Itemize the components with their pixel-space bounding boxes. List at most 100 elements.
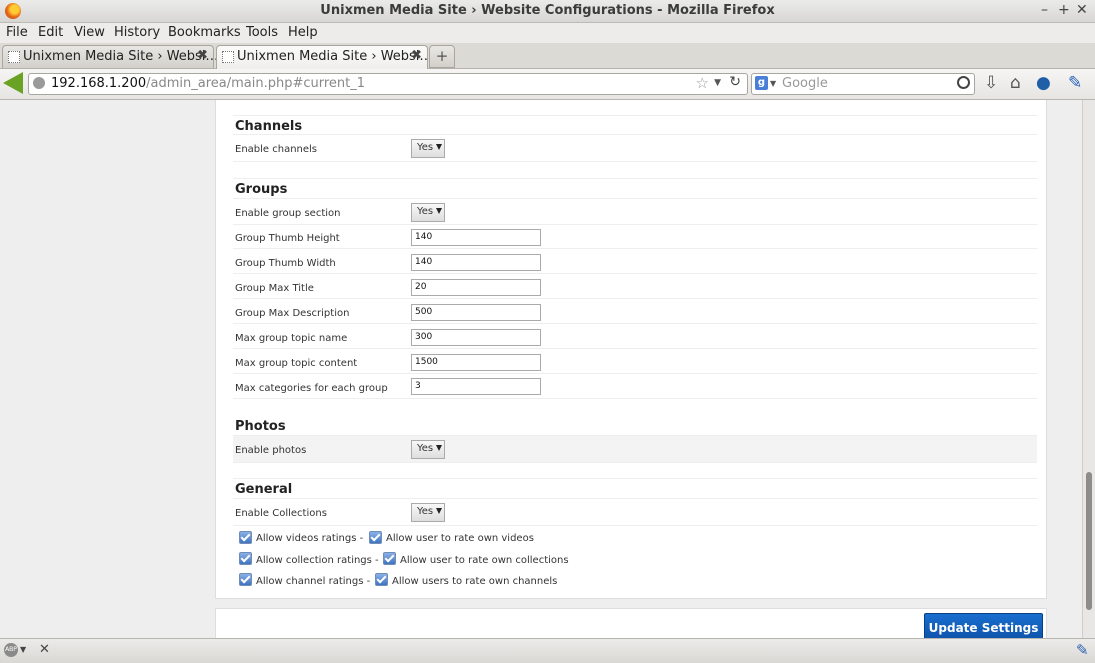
setting-label: Max categories for each group xyxy=(235,383,388,394)
setting-row: Group Thumb Height 140 xyxy=(233,224,1037,249)
max-categories-input[interactable]: 3 xyxy=(411,378,541,395)
scrollbar-thumb[interactable] xyxy=(1086,472,1092,610)
minimize-button[interactable]: – xyxy=(1041,2,1048,18)
back-arrow-icon[interactable] xyxy=(3,72,23,94)
page-icon xyxy=(222,51,234,63)
url-bar[interactable]: 192.168.1.200/admin_area/main.php#curren… xyxy=(28,73,748,95)
setting-label: Group Max Description xyxy=(235,308,350,319)
setting-row: Enable photos Yes xyxy=(233,435,1037,463)
checkbox-label: Allow channel ratings - xyxy=(256,576,371,587)
chevron-down-icon xyxy=(436,208,442,214)
allow-rate-own-videos-checkbox[interactable] xyxy=(369,531,382,544)
home-icon[interactable]: ⌂ xyxy=(1010,73,1021,93)
allow-rate-own-channels-checkbox[interactable] xyxy=(375,573,388,586)
tab-2[interactable]: Unixmen Media Site › Websi… ✖ xyxy=(216,45,432,69)
enable-collections-select[interactable]: Yes xyxy=(411,503,445,522)
setting-label: Enable group section xyxy=(235,208,341,219)
tab-1[interactable]: Unixmen Media Site › Websi… ✖ xyxy=(2,45,218,68)
edit-addon-icon[interactable]: ✎ xyxy=(1068,73,1082,93)
close-icon[interactable]: ✕ xyxy=(39,642,50,657)
section-title-groups: Groups xyxy=(235,182,288,197)
new-tab-button[interactable]: + xyxy=(429,45,455,68)
select-value: Yes xyxy=(417,443,434,454)
allow-videos-ratings-checkbox[interactable] xyxy=(239,531,252,544)
status-bar: ABP ▼ ✕ ✎ xyxy=(0,638,1095,663)
checkbox-label: Allow collection ratings - xyxy=(256,555,379,566)
setting-row: Max categories for each group 3 xyxy=(233,374,1037,399)
select-value: Yes xyxy=(417,506,434,517)
checkbox-label: Allow user to rate own videos xyxy=(386,533,534,544)
menu-bookmarks[interactable]: Bookmarks xyxy=(168,25,241,40)
max-group-topic-name-input[interactable]: 300 xyxy=(411,329,541,346)
url-dropdown-icon[interactable]: ▼ xyxy=(714,78,721,88)
group-max-title-input[interactable]: 20 xyxy=(411,279,541,296)
chevron-down-icon xyxy=(436,508,442,514)
allow-rate-own-collections-checkbox[interactable] xyxy=(383,552,396,565)
actions-panel xyxy=(215,608,1047,638)
enable-photos-select[interactable]: Yes xyxy=(411,440,445,459)
setting-row: Enable channels Yes xyxy=(233,134,1037,162)
tab-close-icon[interactable]: ✖ xyxy=(411,48,422,63)
enable-channels-select[interactable]: Yes xyxy=(411,139,445,158)
google-icon[interactable]: g xyxy=(755,76,768,90)
select-value: Yes xyxy=(417,142,434,153)
url-text[interactable]: 192.168.1.200/admin_area/main.php#curren… xyxy=(51,76,365,91)
setting-label: Enable photos xyxy=(235,445,307,456)
section-title-general: General xyxy=(235,482,293,497)
divider xyxy=(233,161,1037,179)
reload-icon[interactable]: ↻ xyxy=(729,74,741,90)
allow-collection-ratings-checkbox[interactable] xyxy=(239,552,252,565)
setting-label: Max group topic content xyxy=(235,358,358,369)
menu-file[interactable]: File xyxy=(6,25,28,40)
page-icon xyxy=(8,51,20,63)
window-title-bar: Unixmen Media Site › Website Configurati… xyxy=(0,0,1095,23)
setting-row: Group Max Title 20 xyxy=(233,274,1037,299)
addon-bar-icon[interactable]: ✎ xyxy=(1076,641,1089,659)
setting-label: Max group topic name xyxy=(235,333,348,344)
search-icon[interactable] xyxy=(957,76,970,89)
group-max-description-input[interactable]: 500 xyxy=(411,304,541,321)
enable-group-section-select[interactable]: Yes xyxy=(411,203,445,222)
tab-label: Unixmen Media Site › Websi… xyxy=(237,49,433,64)
menu-bar: File Edit View History Bookmarks Tools H… xyxy=(0,23,1095,43)
url-path: /admin_area/main.php#current_1 xyxy=(146,76,366,91)
downloads-icon[interactable]: ⇩ xyxy=(984,73,998,93)
menu-history[interactable]: History xyxy=(114,25,160,40)
adblock-icon[interactable]: ABP xyxy=(4,643,18,657)
close-window-button[interactable]: ✕ xyxy=(1076,2,1088,18)
addon-icon[interactable]: ● xyxy=(1036,73,1051,93)
group-thumb-width-input[interactable]: 140 xyxy=(411,254,541,271)
url-host: 192.168.1.200 xyxy=(51,76,147,91)
setting-row: Enable Collections Yes xyxy=(233,498,1037,526)
search-bar[interactable]: g ▼ Google xyxy=(751,73,975,95)
checkbox-label: Allow users to rate own channels xyxy=(392,576,558,587)
group-thumb-height-input[interactable]: 140 xyxy=(411,229,541,246)
tab-close-icon[interactable]: ✖ xyxy=(197,48,208,63)
tab-bar: Unixmen Media Site › Websi… ✖ Unixmen Me… xyxy=(0,43,1095,69)
menu-help[interactable]: Help xyxy=(288,25,318,40)
select-value: Yes xyxy=(417,206,434,217)
allow-channel-ratings-checkbox[interactable] xyxy=(239,573,252,586)
window-title: Unixmen Media Site › Website Configurati… xyxy=(320,3,775,18)
chevron-down-icon[interactable]: ▼ xyxy=(20,645,26,654)
section-title-photos: Photos xyxy=(235,419,286,434)
checkbox-label: Allow user to rate own collections xyxy=(400,555,569,566)
search-engine-dropdown-icon[interactable]: ▼ xyxy=(770,79,776,88)
setting-row: Max group topic content 1500 xyxy=(233,349,1037,374)
divider xyxy=(233,462,1037,479)
setting-row: Enable group section Yes xyxy=(233,198,1037,225)
maximize-button[interactable]: + xyxy=(1058,2,1070,18)
menu-edit[interactable]: Edit xyxy=(38,25,63,40)
vertical-scrollbar[interactable] xyxy=(1082,100,1095,638)
menu-view[interactable]: View xyxy=(74,25,105,40)
navigation-bar: 192.168.1.200/admin_area/main.php#curren… xyxy=(0,69,1095,100)
bookmark-star-icon[interactable]: ☆ xyxy=(696,74,709,92)
setting-label: Group Thumb Height xyxy=(235,233,340,244)
chevron-down-icon xyxy=(436,144,442,150)
globe-icon xyxy=(33,77,45,89)
update-settings-button[interactable]: Update Settings xyxy=(924,613,1043,638)
max-group-topic-content-input[interactable]: 1500 xyxy=(411,354,541,371)
setting-label: Enable channels xyxy=(235,144,318,155)
checkbox-label: Allow videos ratings - xyxy=(256,533,364,544)
menu-tools[interactable]: Tools xyxy=(246,25,278,40)
